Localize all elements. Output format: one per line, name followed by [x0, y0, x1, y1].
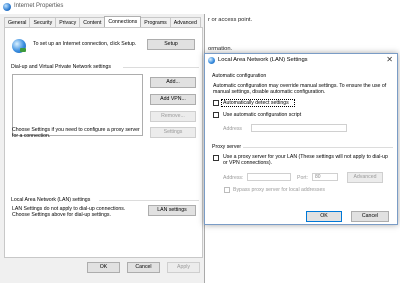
apply-button[interactable]: Apply: [167, 262, 200, 273]
bypass-label[interactable]: Bypass proxy server for local addresses: [233, 187, 325, 193]
dialup-settings-button[interactable]: Settings: [150, 127, 196, 138]
dialup-section-label: Dial-up and Virtual Private Network sett…: [11, 64, 111, 70]
tab-advanced[interactable]: Advanced: [169, 17, 201, 27]
tab-programs[interactable]: Programs: [140, 17, 171, 27]
lan-settings-dialog: Local Area Network (LAN) Settings ✕ Auto…: [204, 53, 398, 225]
auto-detect-label[interactable]: Automatically detect settings: [223, 100, 289, 106]
tab-content[interactable]: Content: [79, 17, 106, 27]
close-icon[interactable]: ✕: [386, 55, 393, 64]
lan-section-label: Local Area Network (LAN) settings: [11, 197, 91, 203]
lan-settings-button[interactable]: LAN settings: [148, 205, 196, 216]
window-title: Internet Properties: [14, 3, 64, 9]
cancel-button[interactable]: Cancel: [127, 262, 160, 273]
tab-connections[interactable]: Connections: [104, 16, 142, 27]
add-button[interactable]: Add...: [150, 77, 196, 88]
use-proxy-checkbox[interactable]: [213, 155, 219, 161]
port-input[interactable]: 80: [312, 173, 338, 181]
tab-privacy[interactable]: Privacy: [55, 17, 81, 27]
script-address-input[interactable]: [251, 124, 347, 132]
remove-button[interactable]: Remove...: [150, 111, 196, 122]
lan-titlebar[interactable]: Local Area Network (LAN) Settings ✕: [205, 54, 397, 67]
setup-text: To set up an Internet connection, click …: [33, 41, 137, 47]
setup-button[interactable]: Setup: [147, 39, 195, 50]
add-vpn-button[interactable]: Add VPN...: [150, 94, 196, 105]
ip-titlebar[interactable]: Internet Properties: [0, 0, 205, 14]
proxy-divider: [243, 147, 393, 148]
connections-panel: To set up an Internet connection, click …: [4, 27, 203, 258]
script-address-label: Address: [223, 126, 243, 132]
auto-config-group-label: Automatic configuration: [211, 73, 268, 79]
proxy-group-label: Proxy server: [211, 144, 243, 150]
internet-globe-icon: [3, 3, 11, 11]
dialup-divider: [123, 67, 199, 68]
advanced-button[interactable]: Advanced: [347, 172, 383, 183]
auto-config-description: Automatic configuration may override man…: [213, 83, 387, 96]
lan-globe-icon: [208, 57, 215, 64]
lan-hint-text: LAN Settings do not apply to dial-up con…: [12, 206, 126, 219]
connector-icon: [20, 48, 26, 52]
ok-button[interactable]: OK: [87, 262, 120, 273]
port-label: Port:: [297, 175, 308, 181]
lan-divider: [99, 200, 199, 201]
use-script-checkbox[interactable]: [213, 112, 219, 118]
auto-detect-checkbox[interactable]: [213, 100, 219, 106]
use-proxy-label[interactable]: Use a proxy server for your LAN (These s…: [223, 154, 393, 167]
use-script-label[interactable]: Use automatic configuration script: [223, 112, 301, 118]
tab-strip: General Security Privacy Content Connect…: [4, 16, 201, 27]
background-text-2: ormation.: [208, 46, 233, 52]
bypass-checkbox[interactable]: [224, 187, 230, 193]
lan-ok-button[interactable]: OK: [306, 211, 342, 222]
lan-cancel-button[interactable]: Cancel: [351, 211, 389, 222]
tab-security[interactable]: Security: [29, 17, 57, 27]
proxy-hint-text: Choose Settings if you need to configure…: [12, 127, 140, 140]
lan-dialog-title: Local Area Network (LAN) Settings: [218, 57, 308, 63]
background-text-1: r or access point.: [208, 17, 253, 23]
tab-general[interactable]: General: [4, 17, 31, 27]
internet-properties-window: Internet Properties General Security Pri…: [0, 0, 205, 283]
proxy-address-label: Address:: [223, 175, 244, 181]
proxy-address-input[interactable]: [247, 173, 291, 181]
